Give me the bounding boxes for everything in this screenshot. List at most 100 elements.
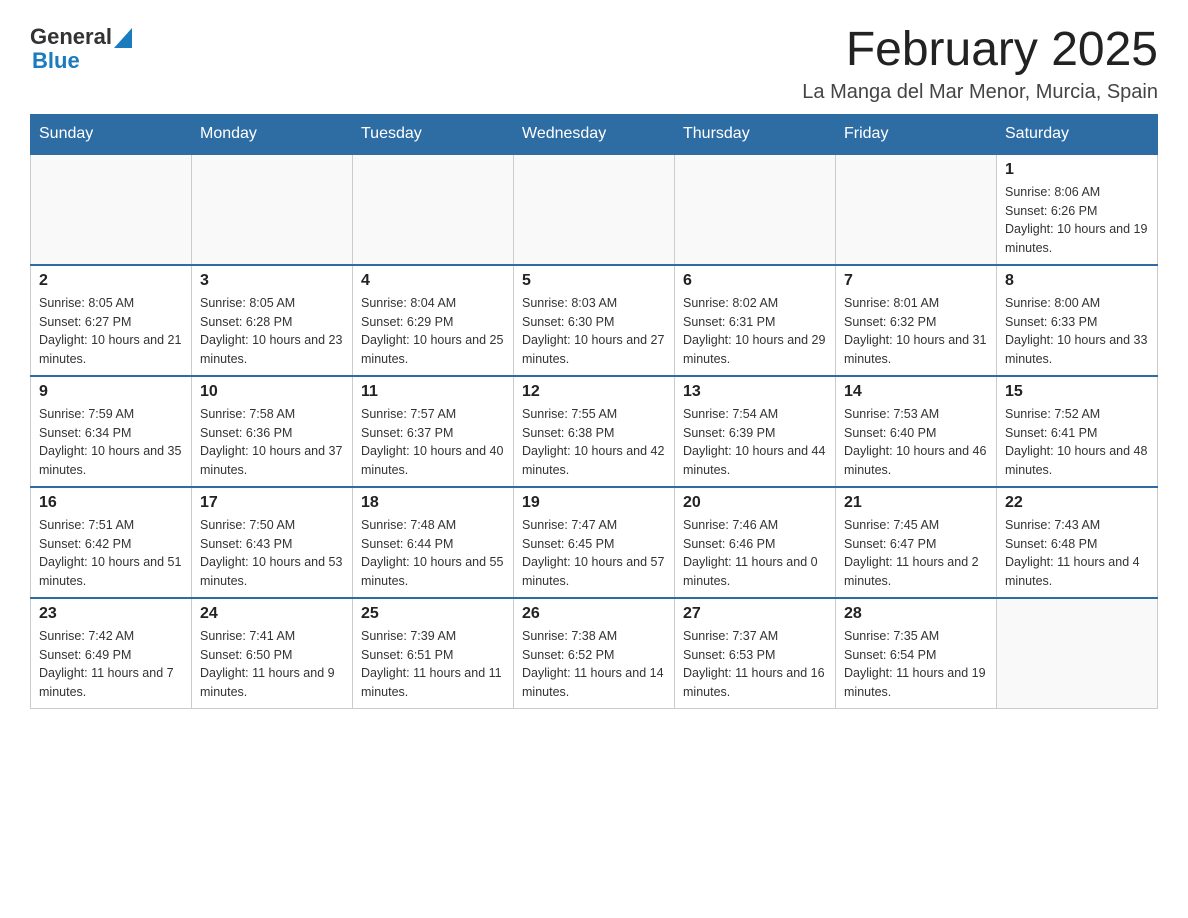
day-number: 11	[361, 383, 505, 401]
calendar-cell: 26 Sunrise: 7:38 AM Sunset: 6:52 PM Dayli…	[514, 598, 675, 709]
day-info: Sunrise: 7:47 AM Sunset: 6:45 PM Dayligh…	[522, 516, 666, 591]
day-number: 13	[683, 383, 827, 401]
calendar-cell: 27 Sunrise: 7:37 AM Sunset: 6:53 PM Dayli…	[675, 598, 836, 709]
calendar-cell: 9Sunrise: 7:59 AM Sunset: 6:34 PM Daylig…	[31, 376, 192, 487]
calendar-week-3: 9Sunrise: 7:59 AM Sunset: 6:34 PM Daylig…	[31, 376, 1158, 487]
calendar-cell: 25 Sunrise: 7:39 AM Sunset: 6:51 PM Dayli…	[353, 598, 514, 709]
logo-blue-text: Blue	[32, 48, 80, 73]
day-number: 10	[200, 383, 344, 401]
calendar-cell: 8Sunrise: 8:00 AM Sunset: 6:33 PM Daylig…	[997, 265, 1158, 376]
calendar-cell	[31, 154, 192, 265]
day-number: 26	[522, 605, 666, 623]
location-subtitle: La Manga del Mar Menor, Murcia, Spain	[802, 81, 1158, 104]
day-number: 7	[844, 272, 988, 290]
title-block: February 2025 La Manga del Mar Menor, Mu…	[802, 24, 1158, 104]
weekday-header-monday: Monday	[192, 114, 353, 154]
weekday-header-tuesday: Tuesday	[353, 114, 514, 154]
day-number: 1	[1005, 161, 1149, 179]
calendar-cell: 1 Sunrise: 8:06 AM Sunset: 6:26 PM Daylig…	[997, 154, 1158, 265]
weekday-header-thursday: Thursday	[675, 114, 836, 154]
calendar-week-1: 1 Sunrise: 8:06 AM Sunset: 6:26 PM Daylig…	[31, 154, 1158, 265]
logo: General Blue	[30, 24, 132, 74]
day-info: Sunrise: 7:37 AM Sunset: 6:53 PM Dayligh…	[683, 627, 827, 702]
calendar-cell: 10Sunrise: 7:58 AM Sunset: 6:36 PM Dayli…	[192, 376, 353, 487]
day-number: 19	[522, 494, 666, 512]
day-info: Sunrise: 7:54 AM Sunset: 6:39 PM Dayligh…	[683, 405, 827, 480]
day-info: Sunrise: 7:48 AM Sunset: 6:44 PM Dayligh…	[361, 516, 505, 591]
logo-triangle-icon	[114, 28, 132, 48]
calendar-cell	[997, 598, 1158, 709]
calendar-cell: 18 Sunrise: 7:48 AM Sunset: 6:44 PM Dayli…	[353, 487, 514, 598]
calendar-cell: 6Sunrise: 8:02 AM Sunset: 6:31 PM Daylig…	[675, 265, 836, 376]
day-info: Sunrise: 7:43 AM Sunset: 6:48 PM Dayligh…	[1005, 516, 1149, 591]
page-header: General Blue February 2025 La Manga del …	[30, 24, 1158, 104]
calendar-cell	[192, 154, 353, 265]
day-info: Sunrise: 8:06 AM Sunset: 6:26 PM Dayligh…	[1005, 183, 1149, 258]
weekday-header-row: SundayMondayTuesdayWednesdayThursdayFrid…	[31, 114, 1158, 154]
day-number: 25	[361, 605, 505, 623]
day-number: 3	[200, 272, 344, 290]
day-info: Sunrise: 7:38 AM Sunset: 6:52 PM Dayligh…	[522, 627, 666, 702]
calendar-cell: 23 Sunrise: 7:42 AM Sunset: 6:49 PM Dayli…	[31, 598, 192, 709]
day-info: Sunrise: 8:05 AM Sunset: 6:27 PM Dayligh…	[39, 294, 183, 369]
calendar-cell: 12 Sunrise: 7:55 AM Sunset: 6:38 PM Dayli…	[514, 376, 675, 487]
day-number: 6	[683, 272, 827, 290]
day-number: 20	[683, 494, 827, 512]
calendar-table: SundayMondayTuesdayWednesdayThursdayFrid…	[30, 114, 1158, 709]
day-info: Sunrise: 7:42 AM Sunset: 6:49 PM Dayligh…	[39, 627, 183, 702]
day-number: 16	[39, 494, 183, 512]
calendar-cell: 2 Sunrise: 8:05 AM Sunset: 6:27 PM Daylig…	[31, 265, 192, 376]
day-number: 17	[200, 494, 344, 512]
day-number: 8	[1005, 272, 1149, 290]
day-info: Sunrise: 7:41 AM Sunset: 6:50 PM Dayligh…	[200, 627, 344, 702]
calendar-cell: 21Sunrise: 7:45 AM Sunset: 6:47 PM Dayli…	[836, 487, 997, 598]
calendar-cell: 14 Sunrise: 7:53 AM Sunset: 6:40 PM Dayli…	[836, 376, 997, 487]
logo-general-text: General	[30, 24, 112, 50]
day-number: 2	[39, 272, 183, 290]
day-number: 22	[1005, 494, 1149, 512]
weekday-header-saturday: Saturday	[997, 114, 1158, 154]
calendar-cell	[353, 154, 514, 265]
day-number: 12	[522, 383, 666, 401]
day-number: 18	[361, 494, 505, 512]
calendar-cell	[836, 154, 997, 265]
calendar-cell: 24 Sunrise: 7:41 AM Sunset: 6:50 PM Dayli…	[192, 598, 353, 709]
day-info: Sunrise: 7:45 AM Sunset: 6:47 PM Dayligh…	[844, 516, 988, 591]
day-number: 27	[683, 605, 827, 623]
day-number: 23	[39, 605, 183, 623]
calendar-cell: 5 Sunrise: 8:03 AM Sunset: 6:30 PM Daylig…	[514, 265, 675, 376]
calendar-cell: 19 Sunrise: 7:47 AM Sunset: 6:45 PM Dayli…	[514, 487, 675, 598]
day-number: 24	[200, 605, 344, 623]
day-number: 15	[1005, 383, 1149, 401]
weekday-header-sunday: Sunday	[31, 114, 192, 154]
calendar-cell: 28 Sunrise: 7:35 AM Sunset: 6:54 PM Dayli…	[836, 598, 997, 709]
weekday-header-wednesday: Wednesday	[514, 114, 675, 154]
weekday-header-friday: Friday	[836, 114, 997, 154]
day-number: 14	[844, 383, 988, 401]
day-number: 5	[522, 272, 666, 290]
day-info: Sunrise: 7:52 AM Sunset: 6:41 PM Dayligh…	[1005, 405, 1149, 480]
day-info: Sunrise: 7:53 AM Sunset: 6:40 PM Dayligh…	[844, 405, 988, 480]
calendar-cell: 4 Sunrise: 8:04 AM Sunset: 6:29 PM Daylig…	[353, 265, 514, 376]
day-number: 9	[39, 383, 183, 401]
day-info: Sunrise: 7:51 AM Sunset: 6:42 PM Dayligh…	[39, 516, 183, 591]
calendar-cell: 3Sunrise: 8:05 AM Sunset: 6:28 PM Daylig…	[192, 265, 353, 376]
calendar-cell: 15 Sunrise: 7:52 AM Sunset: 6:41 PM Dayli…	[997, 376, 1158, 487]
calendar-cell	[675, 154, 836, 265]
day-info: Sunrise: 8:04 AM Sunset: 6:29 PM Dayligh…	[361, 294, 505, 369]
calendar-cell: 17Sunrise: 7:50 AM Sunset: 6:43 PM Dayli…	[192, 487, 353, 598]
day-number: 28	[844, 605, 988, 623]
month-year-title: February 2025	[802, 24, 1158, 77]
calendar-cell: 11 Sunrise: 7:57 AM Sunset: 6:37 PM Dayli…	[353, 376, 514, 487]
day-info: Sunrise: 7:35 AM Sunset: 6:54 PM Dayligh…	[844, 627, 988, 702]
calendar-cell	[514, 154, 675, 265]
day-info: Sunrise: 7:55 AM Sunset: 6:38 PM Dayligh…	[522, 405, 666, 480]
day-number: 4	[361, 272, 505, 290]
calendar-week-4: 16 Sunrise: 7:51 AM Sunset: 6:42 PM Dayli…	[31, 487, 1158, 598]
day-info: Sunrise: 8:03 AM Sunset: 6:30 PM Dayligh…	[522, 294, 666, 369]
calendar-cell: 20 Sunrise: 7:46 AM Sunset: 6:46 PM Dayli…	[675, 487, 836, 598]
day-info: Sunrise: 7:39 AM Sunset: 6:51 PM Dayligh…	[361, 627, 505, 702]
day-info: Sunrise: 7:46 AM Sunset: 6:46 PM Dayligh…	[683, 516, 827, 591]
calendar-cell: 22 Sunrise: 7:43 AM Sunset: 6:48 PM Dayli…	[997, 487, 1158, 598]
day-info: Sunrise: 7:57 AM Sunset: 6:37 PM Dayligh…	[361, 405, 505, 480]
